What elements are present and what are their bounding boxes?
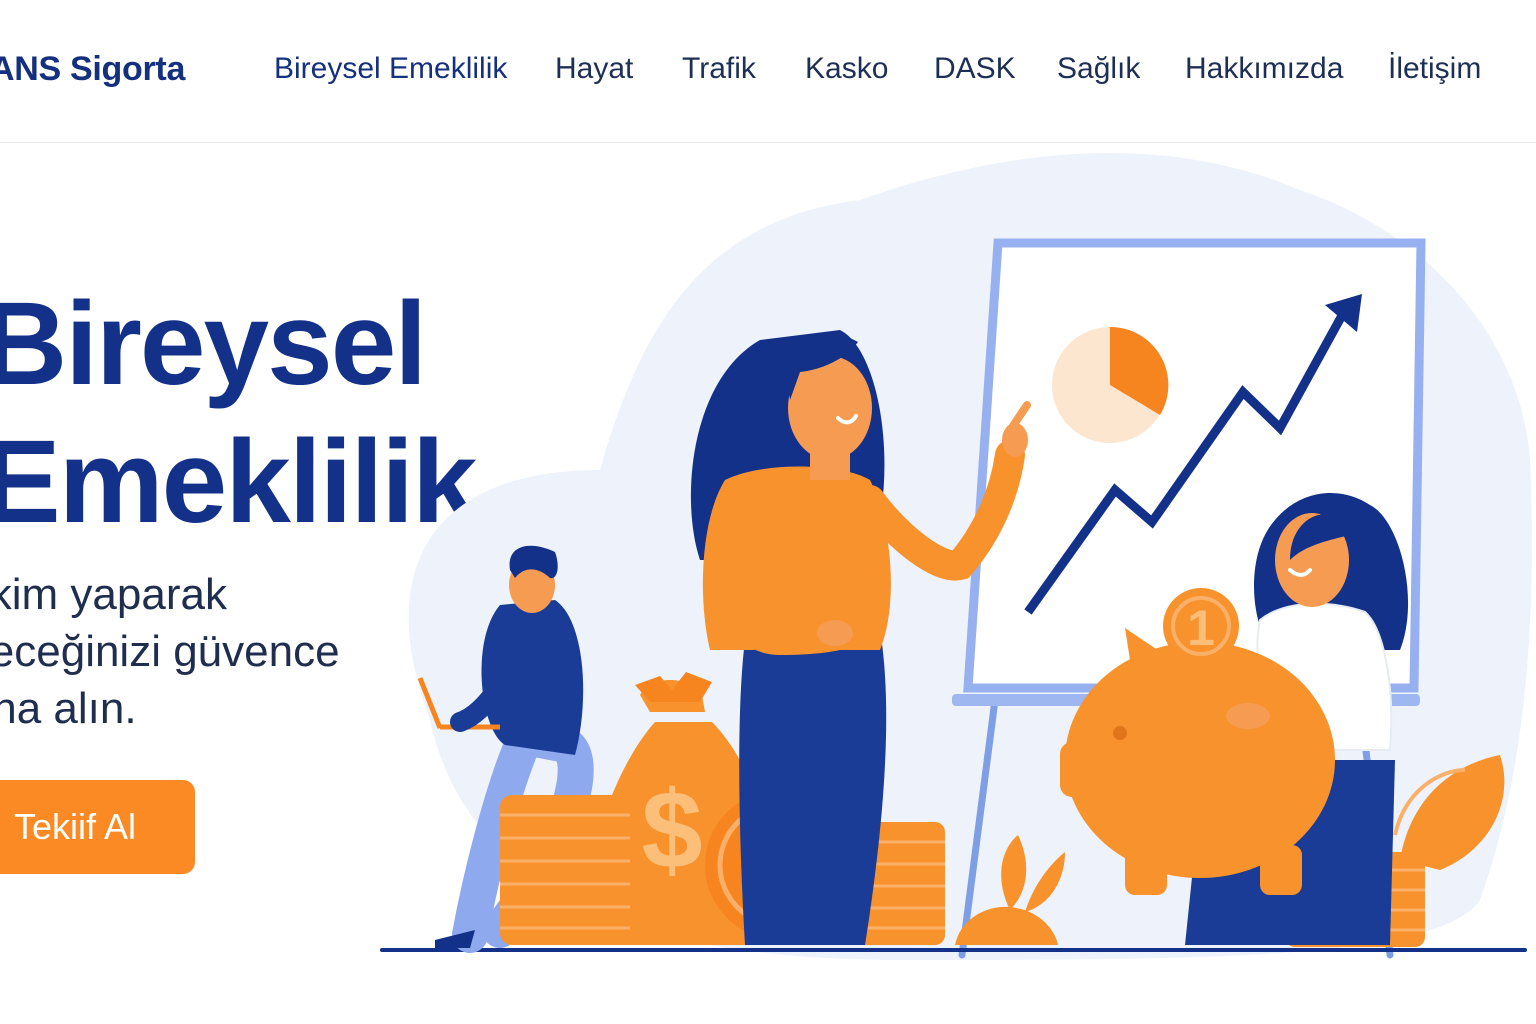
hero-illustration: $ $ bbox=[380, 152, 1532, 960]
svg-text:1: 1 bbox=[1187, 600, 1215, 656]
pie-chart-icon bbox=[1052, 326, 1169, 443]
coin-icon: 1 bbox=[1163, 588, 1239, 664]
svg-text:$: $ bbox=[641, 769, 702, 892]
